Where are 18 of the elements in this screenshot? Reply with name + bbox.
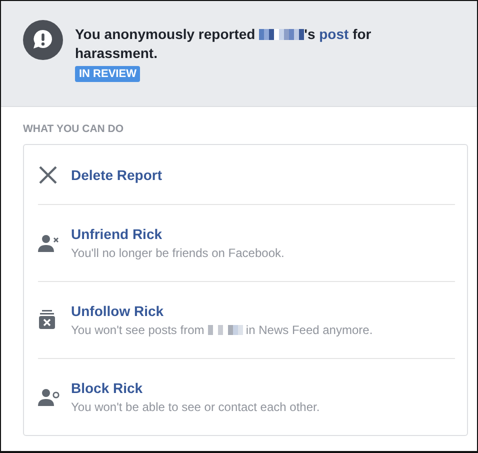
- action-link[interactable]: Block Rick: [71, 380, 320, 396]
- redacted-name: [208, 325, 243, 335]
- person-remove-icon: [38, 234, 60, 252]
- feed-remove-icon: [38, 310, 56, 330]
- redacted-name: [259, 29, 304, 40]
- action-description: You won't be able to see or contact each other.: [71, 400, 320, 414]
- action-link[interactable]: Unfollow Rick: [71, 303, 373, 319]
- report-message: You anonymously reported 's post for harassment.: [75, 25, 372, 63]
- action-description: You'll no longer be friends on Facebook.: [71, 246, 284, 260]
- action-link[interactable]: Delete Report: [71, 166, 162, 182]
- section-heading: WHAT YOU CAN DO: [23, 123, 124, 135]
- person-block-icon: [38, 388, 60, 406]
- post-link[interactable]: post: [319, 26, 349, 42]
- alert-speech-icon: [23, 20, 63, 60]
- action-description: You won't see posts from in News Feed anymore.: [71, 323, 373, 337]
- action-link[interactable]: Unfriend Rick: [71, 226, 284, 242]
- status-badge: IN REVIEW: [75, 66, 140, 82]
- close-icon: [38, 164, 58, 184]
